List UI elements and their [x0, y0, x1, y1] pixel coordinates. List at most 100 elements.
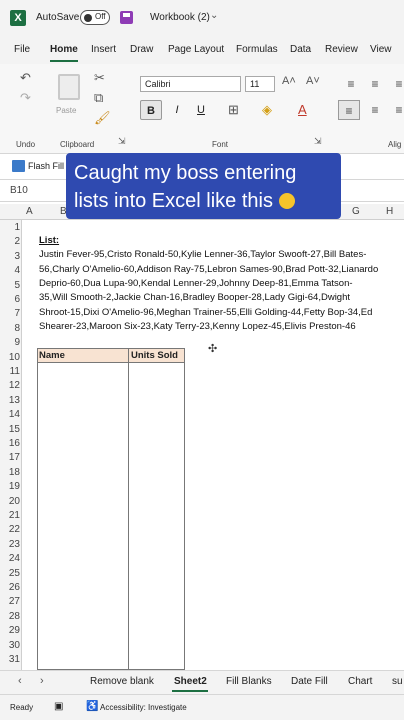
sheet-tab-chart[interactable]: Chart	[348, 676, 372, 687]
decrease-font-icon[interactable]: A˅	[306, 75, 320, 87]
row-header[interactable]: 2	[0, 236, 20, 247]
row-header[interactable]: 16	[0, 438, 20, 449]
column-header-h[interactable]: H	[386, 206, 393, 217]
row-header[interactable]: 27	[0, 596, 20, 607]
caption-line-2: lists into Excel like this	[74, 190, 273, 212]
paste-icon[interactable]	[58, 74, 80, 100]
row-header[interactable]: 14	[0, 409, 20, 420]
row-header[interactable]: 13	[0, 395, 20, 406]
increase-font-icon[interactable]: A˄	[282, 75, 296, 87]
active-tab-indicator	[50, 60, 78, 62]
sheet-tab-date-fill[interactable]: Date Fill	[291, 676, 328, 687]
row-header[interactable]: 10	[0, 352, 20, 363]
align-left-icon[interactable]: ≡	[338, 100, 360, 120]
column-header-g[interactable]: G	[352, 206, 360, 217]
sheet-tab-sheet2[interactable]: Sheet2	[174, 676, 207, 687]
tab-view[interactable]: View	[370, 44, 392, 55]
copy-icon[interactable]: ⧉	[94, 90, 103, 106]
font-group-label: Font	[212, 140, 229, 149]
align-right-icon[interactable]: ≡	[388, 100, 404, 120]
row-header[interactable]: 9	[0, 337, 20, 348]
underline-button[interactable]: U	[190, 100, 212, 120]
tab-page-layout[interactable]: Page Layout	[168, 44, 224, 55]
font-dialog-launcher-icon[interactable]: ⇲	[314, 136, 322, 147]
align-bottom-icon[interactable]: ≡	[388, 74, 404, 94]
row-header[interactable]: 8	[0, 323, 20, 334]
row-header[interactable]: 4	[0, 265, 20, 276]
sheet-tab-partial[interactable]: su	[392, 676, 403, 687]
row-header[interactable]: 7	[0, 308, 20, 319]
autosave-label: AutoSave	[36, 12, 80, 23]
video-caption: Caught my boss entering lists into Excel…	[66, 153, 341, 219]
tab-review[interactable]: Review	[325, 44, 358, 55]
row-header[interactable]: 25	[0, 568, 20, 579]
undo-icon[interactable]: ↶	[20, 70, 31, 86]
font-color-icon[interactable]: A	[298, 102, 307, 117]
data-table: Name Units Sold	[37, 348, 185, 670]
row-header[interactable]: 18	[0, 467, 20, 478]
row-header[interactable]: 17	[0, 452, 20, 463]
redo-icon[interactable]: ↷	[20, 90, 31, 106]
row-header[interactable]: 31	[0, 654, 20, 665]
list-line-5: Shroot-15,Dixi O'Amelio-96,Meghan Traine…	[39, 307, 373, 318]
row-header[interactable]: 1	[0, 222, 20, 233]
row-header[interactable]: 26	[0, 582, 20, 593]
accessibility-status[interactable]: Accessibility: Investigate	[100, 703, 187, 712]
flash-fill-button[interactable]: Flash Fill	[28, 161, 64, 171]
units-sold-column-header[interactable]: Units Sold	[128, 349, 184, 363]
row-header[interactable]: 29	[0, 625, 20, 636]
align-middle-icon[interactable]: ≡	[364, 74, 386, 94]
tab-home[interactable]: Home	[50, 44, 78, 55]
align-top-icon[interactable]: ≡	[340, 74, 362, 94]
column-header-a[interactable]: A	[26, 206, 33, 217]
name-column-header[interactable]: Name	[38, 349, 128, 363]
undo-group-label: Undo	[16, 140, 36, 149]
autosave-toggle[interactable]: Off	[80, 10, 110, 25]
save-icon[interactable]	[120, 11, 133, 24]
sheet-tab-remove-blank[interactable]: Remove blank	[90, 676, 154, 687]
font-size-select[interactable]: 11	[245, 76, 275, 92]
row-header[interactable]: 28	[0, 611, 20, 622]
flash-fill-icon[interactable]	[12, 160, 25, 172]
scroll-right-icon[interactable]: ›	[40, 675, 44, 687]
tab-file[interactable]: File	[14, 44, 30, 55]
tab-insert[interactable]: Insert	[91, 44, 116, 55]
row-header[interactable]: 11	[0, 366, 20, 377]
fill-color-icon[interactable]: ◈	[262, 102, 272, 118]
format-painter-icon[interactable]: 🖌	[94, 110, 111, 126]
name-box[interactable]: B10	[10, 185, 28, 196]
row-header[interactable]: 21	[0, 510, 20, 521]
tab-formulas[interactable]: Formulas	[236, 44, 278, 55]
bold-button[interactable]: B	[140, 100, 162, 120]
list-line-2: 56,Charly O'Amelio-60,Addison Ray-75,Leb…	[39, 264, 379, 275]
scroll-left-icon[interactable]: ‹	[18, 675, 22, 687]
tab-draw[interactable]: Draw	[130, 44, 153, 55]
align-center-icon[interactable]: ≡	[364, 100, 386, 120]
cut-icon[interactable]: ✂	[94, 70, 105, 86]
row-header[interactable]: 30	[0, 640, 20, 651]
title-bar: X AutoSave Off Workbook (2) ⌄	[0, 0, 404, 36]
row-header[interactable]: 22	[0, 524, 20, 535]
row-header[interactable]: 15	[0, 424, 20, 435]
dialog-launcher-icon[interactable]: ⇲	[118, 136, 126, 147]
row-header[interactable]: 19	[0, 481, 20, 492]
accessibility-icon[interactable]: ♿	[86, 701, 98, 712]
paste-label: Paste	[56, 106, 77, 115]
tab-data[interactable]: Data	[290, 44, 311, 55]
italic-button[interactable]: I	[166, 100, 188, 120]
font-name-select[interactable]: Calibri	[140, 76, 241, 92]
chevron-down-icon[interactable]: ⌄	[210, 10, 218, 21]
borders-icon[interactable]: ⊞	[228, 102, 239, 118]
row-header[interactable]: 23	[0, 539, 20, 550]
row-header[interactable]: 20	[0, 496, 20, 507]
row-header[interactable]: 6	[0, 294, 20, 305]
macro-record-icon[interactable]: ▣	[54, 701, 63, 712]
workbook-title[interactable]: Workbook (2)	[150, 12, 210, 23]
sheet-tab-bar: ‹ › Remove blank Sheet2 Fill Blanks Date…	[0, 670, 404, 694]
row-header[interactable]: 3	[0, 251, 20, 262]
row-header[interactable]: 12	[0, 380, 20, 391]
sheet-tab-fill-blanks[interactable]: Fill Blanks	[226, 676, 272, 687]
row-header[interactable]: 24	[0, 553, 20, 564]
row-header[interactable]: 5	[0, 280, 20, 291]
list-line-3: Deprio-60,Dua Lupa-90,Kendal Lenner-29,J…	[39, 278, 353, 289]
